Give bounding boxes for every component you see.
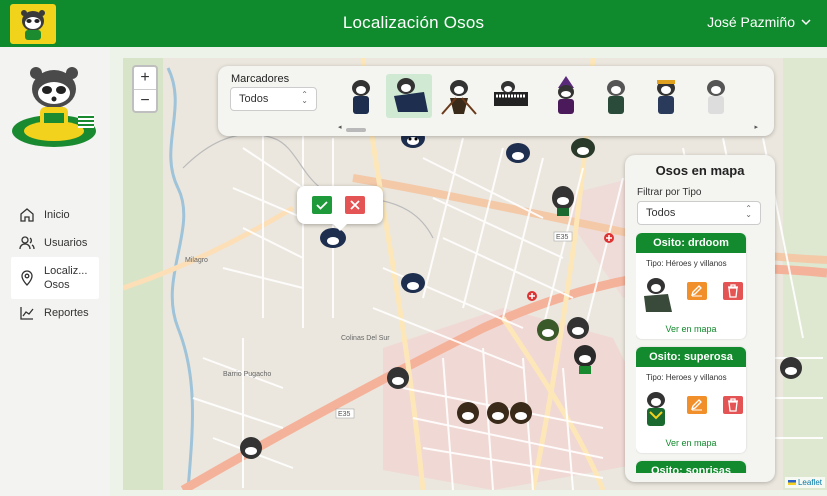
bear-avatar — [647, 392, 665, 426]
sidebar-item-reportes[interactable]: Reportes — [11, 299, 99, 327]
close-icon — [350, 200, 360, 210]
bear-card-name: Osito: superosa — [636, 347, 746, 367]
sidebar-item-label: Reportes — [44, 307, 89, 319]
marker-thumb-5[interactable] — [543, 74, 589, 118]
delete-button[interactable] — [723, 282, 743, 300]
edit-icon — [690, 399, 702, 411]
sidebar-nav: Inicio Usuarios Localiz... Osos Reportes — [11, 201, 99, 327]
confirm-button[interactable] — [312, 196, 332, 214]
users-icon — [19, 236, 35, 250]
markers-scrollbar[interactable]: ◂ ▸ — [338, 124, 758, 132]
markers-select[interactable]: Todos ⌃ ⌄ — [230, 87, 317, 111]
map-label-colinas: Colinas Del Sur — [341, 335, 390, 342]
select-arrows-icon: ⌃ ⌄ — [745, 204, 752, 219]
sidebar-item-inicio[interactable]: Inicio — [11, 201, 99, 229]
type-filter-value: Todos — [646, 207, 676, 219]
marker-thumb-1[interactable] — [338, 74, 384, 118]
home-icon — [20, 208, 34, 222]
marker-thumb-4[interactable] — [488, 74, 534, 118]
marker-thumb-2[interactable] — [386, 74, 432, 118]
bear-card-type: Tipo: Héroes y villanos — [646, 259, 727, 268]
confirm-popup — [297, 186, 383, 231]
bear-card-name: Osito: drdoom — [636, 233, 746, 253]
edit-button[interactable] — [687, 396, 707, 414]
map-label-e35-a: E35 — [556, 234, 569, 241]
trash-icon — [728, 398, 738, 412]
scroll-left-icon: ◂ — [338, 124, 342, 131]
sidebar-item-localizacion[interactable]: Localiz... Osos — [11, 257, 99, 299]
map-label-barrio: Barrio Pugacho — [223, 371, 271, 378]
markers-panel: Marcadores Todos ⌃ ⌄ ◂ ▸ — [218, 66, 774, 136]
sidebar: Inicio Usuarios Localiz... Osos Reportes — [0, 47, 110, 496]
raccoon-mascot-icon — [12, 67, 96, 147]
map-label-e35-b: E35 — [338, 411, 351, 418]
select-arrows-icon: ⌃ ⌄ — [301, 90, 308, 105]
zoom-in-button[interactable]: + — [134, 67, 156, 89]
filter-label: Filtrar por Tipo — [637, 187, 702, 198]
bear-thumb-icon — [558, 76, 574, 114]
marker-thumbnails — [338, 70, 763, 124]
page-title: Localización Osos — [342, 13, 485, 32]
marker-thumb-6[interactable] — [593, 74, 639, 118]
sidebar-item-usuarios[interactable]: Usuarios — [11, 229, 99, 257]
map-attribution[interactable]: Leaflet — [784, 477, 825, 488]
cancel-button[interactable] — [345, 196, 365, 214]
chevron-down-icon — [801, 18, 811, 25]
trash-icon — [728, 284, 738, 298]
location-pin-icon — [21, 270, 33, 286]
edit-icon — [690, 285, 702, 297]
bear-avatar — [644, 278, 672, 312]
map-label-milagro: Milagro — [185, 257, 208, 264]
flag-icon — [787, 480, 796, 486]
bear-thumb-icon — [441, 80, 477, 115]
app-header: Localización Osos José Pazmiño — [0, 0, 827, 47]
check-icon — [316, 201, 328, 210]
bears-panel-title: Osos en mapa — [655, 163, 745, 178]
scroll-right-icon: ▸ — [754, 124, 758, 131]
bear-card: Osito: drdoom Tipo: Héroes y villanos Ve… — [636, 233, 746, 339]
bear-thumb-icon — [394, 78, 428, 112]
bears-panel: Osos en mapa Filtrar por Tipo Todos ⌃ ⌄ O… — [625, 155, 775, 482]
bear-thumb-icon — [607, 80, 625, 114]
bear-thumb-icon — [707, 80, 725, 114]
map[interactable]: Barrio Pugacho Milagro Colinas Del Sur E… — [123, 58, 827, 490]
chart-icon — [20, 307, 34, 320]
user-menu[interactable]: José Pazmiño — [707, 14, 811, 30]
piano-bear-icon — [494, 81, 528, 106]
sidebar-item-label: Inicio — [44, 209, 70, 221]
marker-thumb-3[interactable] — [436, 74, 482, 118]
bear-card-type: Tipo: Heroes y villanos — [646, 373, 727, 382]
view-on-map-link[interactable]: Ver en mapa — [636, 324, 746, 342]
sidebar-item-label: Usuarios — [44, 237, 88, 249]
type-filter-select[interactable]: Todos ⌃ ⌄ — [637, 201, 761, 225]
bear-card-name: Osito: sonrisas — [636, 461, 746, 473]
bear-card: Osito: sonrisas — [636, 461, 746, 473]
edit-button[interactable] — [687, 282, 707, 300]
bear-thumb-icon — [352, 80, 370, 114]
zoom-control: + − — [132, 65, 158, 113]
marker-thumb-7[interactable] — [643, 74, 689, 118]
bear-card: Osito: superosa Tipo: Heroes y villanos … — [636, 347, 746, 453]
bear-list: Osito: drdoom Tipo: Héroes y villanos Ve… — [636, 233, 757, 473]
markers-select-value: Todos — [239, 93, 269, 105]
bear-thumb-icon — [657, 80, 675, 114]
view-on-map-link[interactable]: Ver en mapa — [636, 438, 746, 456]
delete-button[interactable] — [723, 396, 743, 414]
sidebar-item-label: Localiz... Osos — [44, 265, 88, 291]
user-name: José Pazmiño — [707, 14, 795, 30]
zoom-out-button[interactable]: − — [134, 89, 156, 111]
markers-label: Marcadores — [231, 73, 290, 85]
marker-thumb-8[interactable] — [693, 74, 739, 118]
